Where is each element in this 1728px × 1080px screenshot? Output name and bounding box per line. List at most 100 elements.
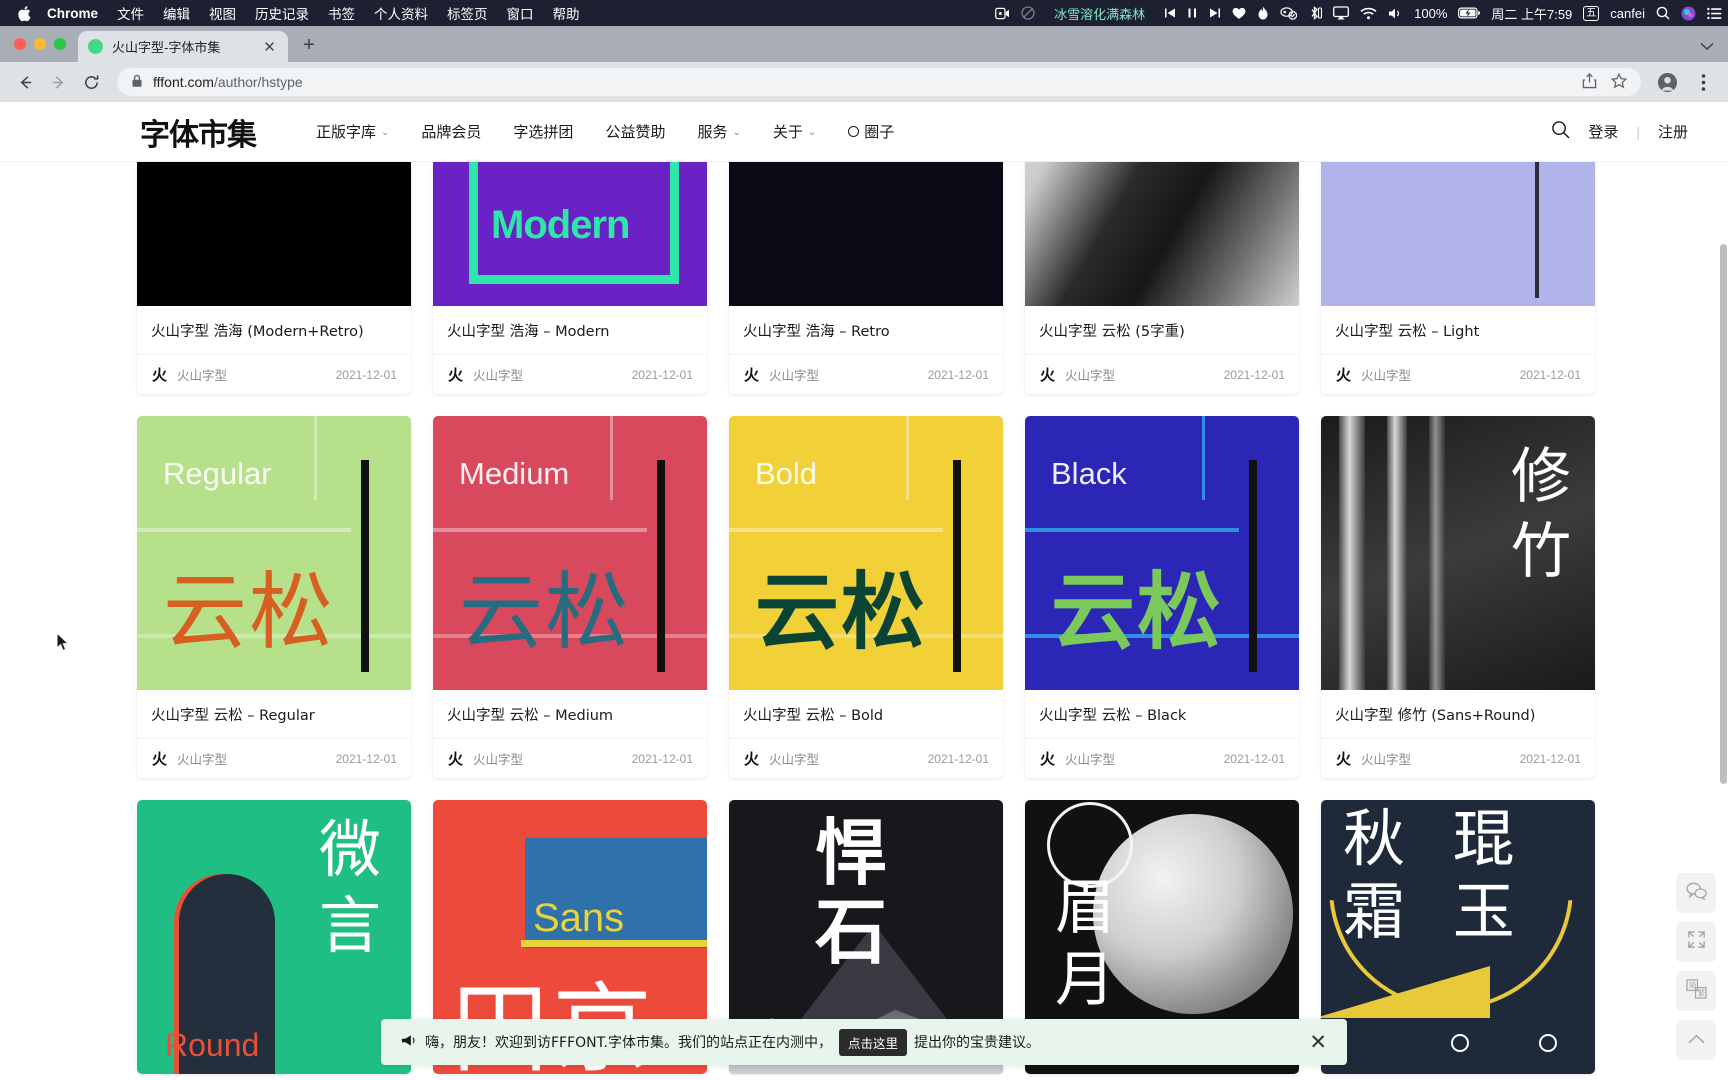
fullscreen-button[interactable]: [1676, 922, 1716, 962]
foundry-name[interactable]: 火山字型: [177, 749, 227, 768]
foundry-name[interactable]: 火山字型: [177, 365, 227, 384]
minimize-window-button[interactable]: [34, 38, 46, 50]
card-title[interactable]: 火山字型 浩海 – Modern: [433, 306, 707, 355]
menu-file[interactable]: 文件: [117, 3, 144, 23]
nav-item-pinpaihuiyuan[interactable]: 品牌会员: [421, 121, 481, 142]
heart-icon[interactable]: [1232, 7, 1246, 20]
menu-view[interactable]: 视图: [209, 3, 236, 23]
font-card[interactable]: 微言 Round: [137, 800, 411, 1074]
flame-icon[interactable]: [1257, 6, 1269, 20]
bluetooth-icon[interactable]: [1308, 6, 1323, 20]
input-source-indicator[interactable]: 五: [1583, 5, 1600, 21]
reload-icon[interactable]: [76, 67, 106, 97]
card-title[interactable]: 火山字型 云松 – Medium: [433, 690, 707, 739]
cleaner-icon[interactable]: [1280, 6, 1298, 20]
maximize-window-button[interactable]: [54, 38, 66, 50]
nav-item-zhengbanziku[interactable]: 正版字库 ⌄: [316, 121, 389, 142]
card-title[interactable]: 火山字型 云松 – Bold: [729, 690, 1003, 739]
notice-action-button[interactable]: 点击这里: [839, 1028, 908, 1056]
do-not-disturb-icon[interactable]: [1021, 6, 1035, 20]
nav-item-gongyizanzhu[interactable]: 公益赞助: [605, 121, 665, 142]
browser-tab[interactable]: 火山字型-字体市集 ✕: [78, 31, 288, 62]
card-title[interactable]: 火山字型 云松 (5字重): [1025, 306, 1299, 355]
card-artwork[interactable]: Medium 云松: [433, 416, 707, 690]
menu-window[interactable]: 窗口: [507, 3, 534, 23]
share-icon[interactable]: [1582, 72, 1597, 92]
site-logo[interactable]: 字体市集: [140, 110, 257, 154]
menu-profiles[interactable]: 个人资料: [374, 3, 428, 23]
font-card[interactable]: Black 云松 火山字型 云松 – Black 火 火山字型 2021-12-…: [1025, 416, 1299, 778]
close-icon[interactable]: ✕: [1309, 1032, 1327, 1053]
foundry-name[interactable]: 火山字型: [473, 749, 523, 768]
menu-tabs[interactable]: 标签页: [447, 3, 488, 23]
login-link[interactable]: 登录: [1588, 121, 1618, 142]
menu-history[interactable]: 历史记录: [255, 3, 309, 23]
menu-help[interactable]: 帮助: [553, 3, 580, 23]
font-card[interactable]: Bold 云松 火山字型 云松 – Bold 火 火山字型 2021-12-01: [729, 416, 1003, 778]
spotlight-search-icon[interactable]: [1656, 6, 1670, 20]
foundry-name[interactable]: 火山字型: [1065, 365, 1115, 384]
card-artwork[interactable]: Regular 云松: [137, 416, 411, 690]
bookmark-star-icon[interactable]: [1610, 72, 1628, 92]
foundry-name[interactable]: 火山字型: [1361, 365, 1411, 384]
chrome-menu-icon[interactable]: [1688, 67, 1718, 97]
card-title[interactable]: 火山字型 云松 – Regular: [137, 690, 411, 739]
control-center-icon[interactable]: [1707, 7, 1722, 20]
wechat-button[interactable]: [1676, 873, 1716, 913]
close-window-button[interactable]: [14, 38, 26, 50]
card-title[interactable]: 火山字型 浩海 (Modern+Retro): [137, 306, 411, 355]
card-artwork[interactable]: Black 云松: [1025, 416, 1299, 690]
nav-item-zixuanpintuan[interactable]: 字选拼团: [513, 121, 573, 142]
forward-icon[interactable]: [43, 67, 73, 97]
foundry-name[interactable]: 火山字型: [769, 749, 819, 768]
nav-item-guanyu[interactable]: 关于 ⌄: [773, 121, 816, 142]
foundry-name[interactable]: 火山字型: [769, 365, 819, 384]
foundry-name[interactable]: 火山字型: [473, 365, 523, 384]
artwork-char-2: 竹: [1511, 517, 1571, 587]
menu-bookmarks[interactable]: 书签: [328, 3, 355, 23]
nav-item-quanzi[interactable]: 圈子: [848, 121, 894, 142]
font-card[interactable]: Regular 云松 火山字型 云松 – Regular 火 火山字型 2021…: [137, 416, 411, 778]
page-scrollbar[interactable]: [1720, 244, 1727, 784]
user-name[interactable]: canfei: [1610, 6, 1645, 21]
now-playing-title[interactable]: 冰雪溶化满森林: [1054, 4, 1145, 23]
siri-icon[interactable]: [1681, 6, 1696, 21]
tabstrip-chevron-icon[interactable]: [1700, 38, 1714, 56]
pause-icon[interactable]: [1187, 7, 1198, 19]
profile-avatar-icon[interactable]: [1652, 67, 1682, 97]
previous-track-icon[interactable]: [1164, 7, 1176, 19]
card-title[interactable]: 火山字型 云松 – Light: [1321, 306, 1595, 355]
nav-item-fuwu[interactable]: 服务 ⌄: [697, 121, 740, 142]
card-artwork[interactable]: 秋 琨霜 玉: [1321, 800, 1595, 1074]
card-title[interactable]: 火山字型 云松 – Black: [1025, 690, 1299, 739]
card-artwork[interactable]: Bold 云松: [729, 416, 1003, 690]
menu-edit[interactable]: 编辑: [163, 3, 190, 23]
apple-logo-icon[interactable]: [18, 5, 33, 22]
new-tab-icon[interactable]: +: [294, 30, 324, 60]
volume-icon[interactable]: [1388, 7, 1403, 20]
close-tab-icon[interactable]: ✕: [261, 38, 278, 56]
card-artwork[interactable]: 修竹: [1321, 416, 1595, 690]
next-track-icon[interactable]: [1209, 7, 1221, 19]
wifi-icon[interactable]: [1360, 7, 1377, 20]
foundry-name[interactable]: 火山字型: [1065, 749, 1115, 768]
register-link[interactable]: 注册: [1658, 121, 1688, 142]
foundry-name[interactable]: 火山字型: [1361, 749, 1411, 768]
lock-icon[interactable]: [131, 74, 143, 91]
battery-charging-icon[interactable]: [1458, 7, 1481, 19]
date-time[interactable]: 周二 上午7:59: [1491, 4, 1572, 23]
scroll-top-button[interactable]: [1676, 1020, 1716, 1060]
card-artwork[interactable]: 微言 Round: [137, 800, 411, 1074]
font-card[interactable]: Medium 云松 火山字型 云松 – Medium 火 火山字型 2021-1…: [433, 416, 707, 778]
back-icon[interactable]: [10, 67, 40, 97]
airplay-icon[interactable]: [1333, 6, 1350, 20]
card-title[interactable]: 火山字型 修竹 (Sans+Round): [1321, 690, 1595, 739]
menu-chrome[interactable]: Chrome: [47, 6, 98, 21]
screen-record-icon[interactable]: [995, 7, 1010, 20]
address-bar[interactable]: fffont.com/author/hstype: [117, 68, 1641, 96]
language-toggle-button[interactable]: 简繁: [1676, 971, 1716, 1011]
card-title[interactable]: 火山字型 浩海 – Retro: [729, 306, 1003, 355]
search-icon[interactable]: [1551, 120, 1570, 144]
font-card[interactable]: 秋 琨霜 玉: [1321, 800, 1595, 1074]
font-card[interactable]: 修竹 火山字型 修竹 (Sans+Round) 火 火山字型 2021-12-0…: [1321, 416, 1595, 778]
